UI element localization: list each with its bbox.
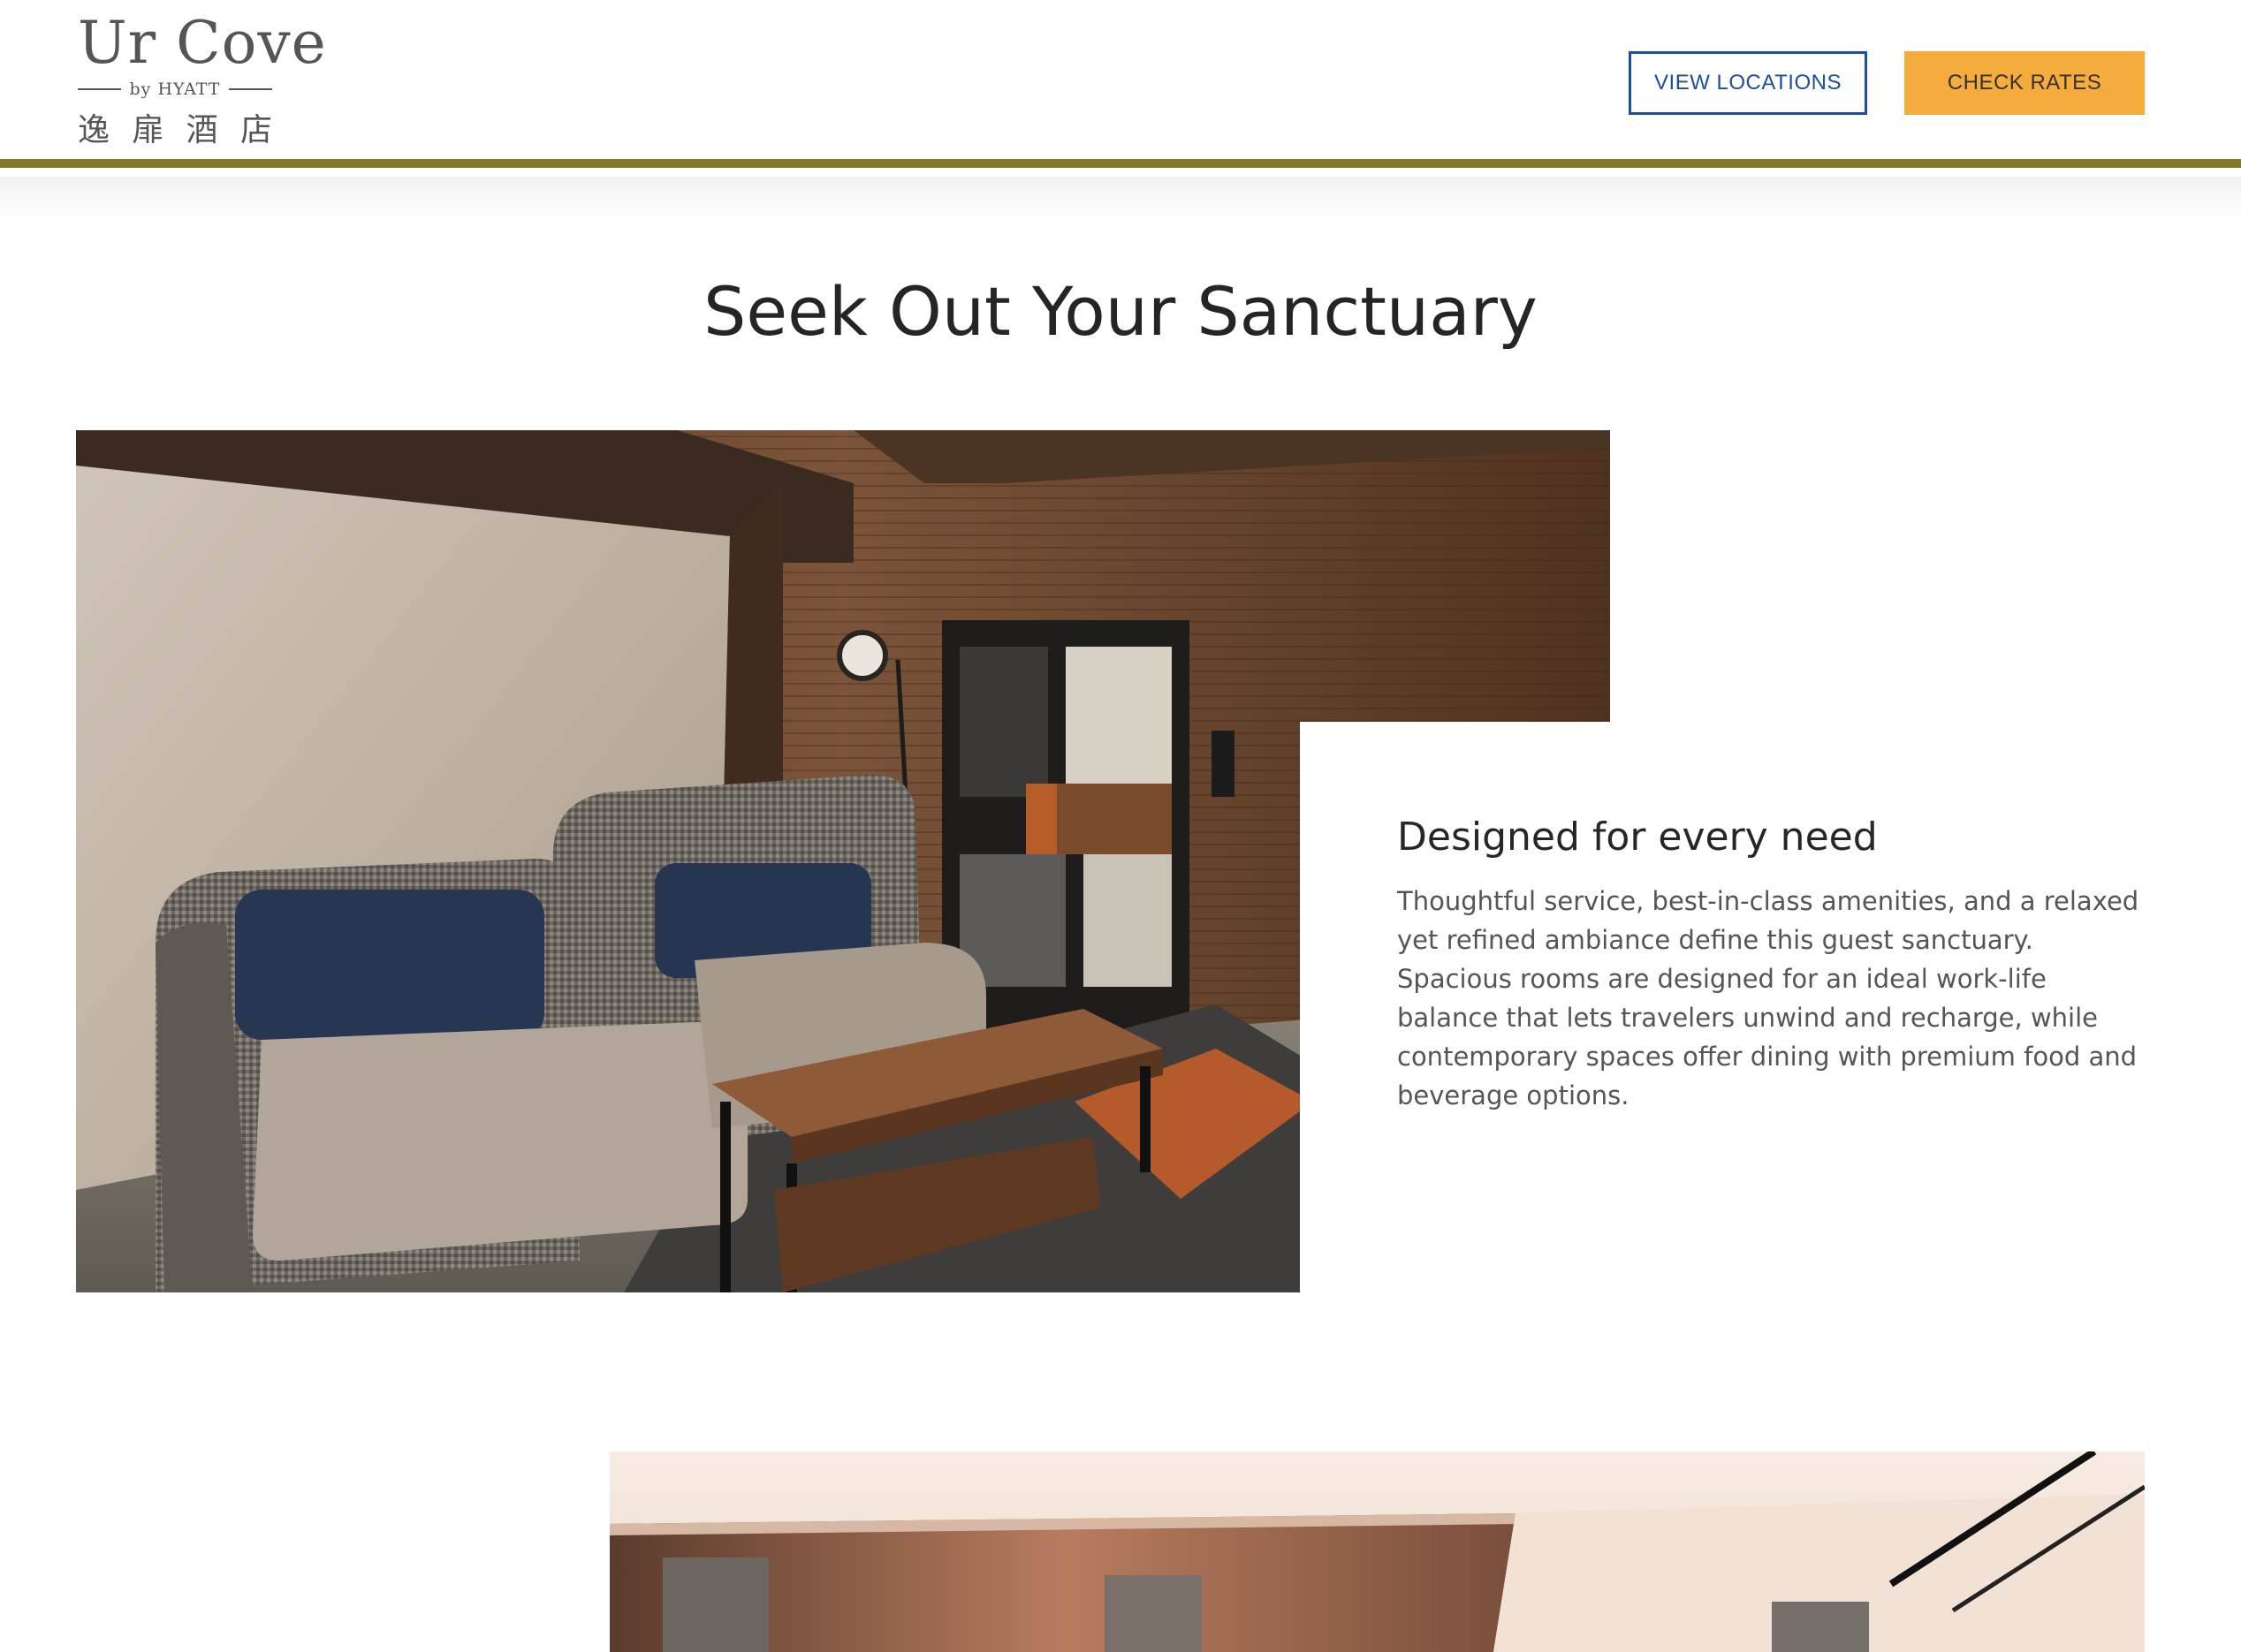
logo-wordmark: Ur Cove [78,9,327,77]
feature-description: Thoughtful service, best-in-class amenit… [1397,886,2139,1110]
logo-rule-left [78,88,121,90]
logo-subline: by HYATT [78,80,272,99]
dining-space-photo [610,1451,2145,1652]
header-shadow [0,177,2241,221]
ur-cove-logo[interactable]: Ur Cove by HYATT 逸 扉 酒 店 [78,9,327,150]
feature-heading: Designed for every need [1397,815,1878,860]
page-title: Seek Out Your Sanctuary [703,272,1538,351]
site-header: Ur Cove by HYATT 逸 扉 酒 店 VIEW LOCATIONS … [0,0,2241,168]
logo-cjk-char: 扉 [132,112,164,148]
logo-chinese-name: 逸 扉 酒 店 [78,104,272,150]
logo-rule-right [229,88,272,90]
view-locations-button[interactable]: VIEW LOCATIONS [1629,51,1867,115]
logo-cjk-char: 逸 [78,112,110,148]
logo-by-hyatt: by HYATT [129,80,221,99]
logo-cjk-char: 店 [239,112,272,148]
check-rates-button[interactable]: CHECK RATES [1904,51,2145,115]
dining-space-illustration [610,1451,2145,1652]
logo-cjk-char: 酒 [186,112,218,148]
